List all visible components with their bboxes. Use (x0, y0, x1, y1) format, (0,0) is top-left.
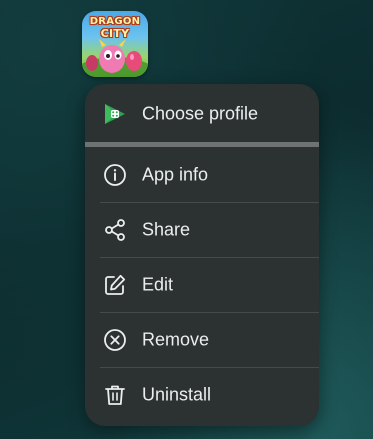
app-shortcut-menu: Choose profile App info Share Edit Remov… (85, 84, 319, 426)
remove-icon (102, 327, 128, 353)
app-name-line-2: CITY (100, 27, 130, 40)
trash-icon (102, 382, 128, 408)
menu-item-label: Share (142, 219, 191, 239)
menu-item-label: Edit (142, 274, 174, 294)
menu-item-share[interactable]: Share (85, 202, 319, 257)
info-icon (102, 162, 128, 188)
dragon-city-app-icon[interactable]: DRAGON CITY (82, 11, 148, 77)
menu-item-label: Choose profile (142, 103, 259, 124)
menu-item-remove[interactable]: Remove (85, 312, 319, 367)
menu-item-label: Uninstall (142, 384, 212, 404)
app-name-line-1: DRAGON (89, 16, 141, 27)
menu-item-app-info[interactable]: App info (85, 147, 319, 202)
google-play-games-icon (102, 101, 128, 127)
edit-icon (102, 272, 128, 298)
menu-item-uninstall[interactable]: Uninstall (85, 367, 319, 422)
menu-item-choose-profile[interactable]: Choose profile (85, 86, 319, 142)
menu-item-edit[interactable]: Edit (85, 257, 319, 312)
share-icon (102, 217, 128, 243)
menu-item-label: App info (142, 164, 209, 184)
menu-item-label: Remove (142, 329, 210, 349)
